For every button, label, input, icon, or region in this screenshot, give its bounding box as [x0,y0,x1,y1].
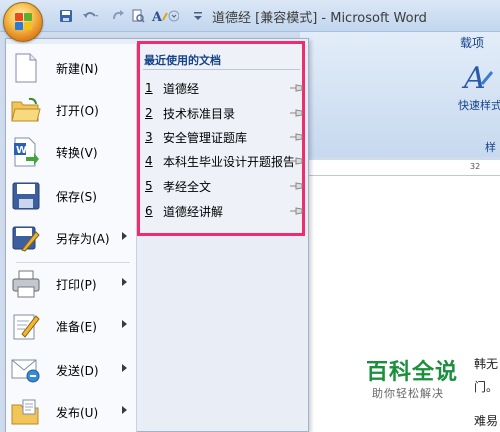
pin-icon[interactable] [290,84,304,92]
menu-item-prepare[interactable]: 准备(E) [10,306,134,346]
printer-icon [10,268,42,300]
menu-item-print[interactable]: 打印(P) [10,264,134,304]
recent-document-number: 4 [145,154,153,168]
watermark-title: 百科全说 [366,360,459,385]
menu-separator [16,262,130,263]
tab-add-ins[interactable]: 载项 [460,34,484,51]
ruler-number: 32 [470,162,481,171]
recent-document-name: 孝经全文 [163,179,212,194]
recent-document-item[interactable]: 3 安全管理证题库 [145,128,295,146]
pin-icon[interactable] [290,109,304,117]
recent-documents-divider [143,69,300,70]
menu-item-label: 发布(U) [56,405,99,420]
new-document-icon [10,52,42,84]
recent-document-number: 2 [145,106,153,120]
recent-document-name: 安全管理证题库 [163,130,248,145]
ruler: 32 [300,160,500,176]
submenu-arrow-icon [122,232,127,240]
publish-icon [10,396,42,428]
menu-item-label: 另存为(A) [56,231,110,246]
save-as-icon [10,222,42,254]
recent-document-name: 道德经讲解 [163,204,224,219]
pin-icon[interactable] [290,207,304,215]
svg-text:W: W [16,145,27,156]
recent-documents-title: 最近使用的文档 [144,54,221,67]
open-folder-icon [10,94,42,126]
recent-document-item[interactable]: 5 孝经全文 [145,177,295,195]
customize-toolbar-icon[interactable] [192,7,204,25]
font-style-icon[interactable]: A [150,7,180,25]
redo-icon[interactable] [110,7,126,25]
send-icon [10,354,42,386]
menu-item-label: 打印(P) [56,277,97,292]
submenu-arrow-icon [122,320,127,328]
recent-document-item[interactable]: 2 技术标准目录 [145,104,295,122]
menu-item-label: 准备(E) [56,319,97,334]
recent-document-number: 5 [145,179,153,193]
submenu-arrow-icon [122,278,127,286]
menu-item-open[interactable]: 打开(O) [10,90,134,130]
quick-styles-label: 快速样式 [458,99,500,112]
recent-document-name: 道德经 [163,81,200,96]
menu-item-publish[interactable]: 发布(U) [10,392,134,432]
recent-document-number: 6 [145,204,153,218]
menu-item-send[interactable]: 发送(D) [10,350,134,390]
menu-item-convert[interactable]: W 转换(V) [10,132,134,172]
recent-document-item[interactable]: 1 道德经 [145,79,295,97]
undo-icon[interactable] [80,7,100,25]
recent-document-name: 本科生毕业设计开题报告 [162,154,295,169]
menu-item-new[interactable]: 新建(N) [10,48,134,88]
menu-item-save[interactable]: 保存(S) [10,176,134,216]
menu-item-label: 保存(S) [56,189,97,204]
pin-icon[interactable] [290,133,304,141]
menu-item-label: 发送(D) [56,363,99,378]
submenu-arrow-icon [122,406,127,414]
document-text-line: 韩无 [474,357,499,371]
prepare-icon [10,310,42,342]
recent-document-item[interactable]: 4 本科生毕业设计开题报告 [145,152,295,170]
menu-item-label: 打开(O) [56,103,99,118]
print-preview-icon[interactable] [130,7,146,25]
styles-group-label: 样 [485,141,496,154]
recent-document-number: 3 [145,130,153,144]
pin-icon[interactable] [290,182,304,190]
office-button[interactable] [3,2,43,42]
menu-item-label: 转换(V) [56,145,98,160]
menu-item-save-as[interactable]: 另存为(A) [10,218,134,258]
office-logo-icon [15,13,33,31]
watermark-subtitle: 助你轻松解决 [372,387,444,400]
submenu-arrow-icon [122,364,127,372]
window-title: 道德经 [兼容模式] - Microsoft Word [212,11,427,26]
menu-item-label: 新建(N) [56,61,99,76]
recent-document-number: 1 [145,81,153,95]
svg-text:A: A [151,10,163,23]
document-text-line: 门。 [474,380,499,394]
svg-text:A: A [461,61,486,96]
quick-styles-icon: A [461,61,494,96]
recent-document-name: 技术标准目录 [163,106,236,121]
save-icon[interactable] [58,7,74,25]
convert-icon: W [10,136,42,168]
save-disk-icon [10,180,42,212]
recent-document-item[interactable]: 6 道德经讲解 [145,202,295,220]
pin-icon[interactable] [290,157,304,165]
document-text-line: 难易 [474,414,499,428]
